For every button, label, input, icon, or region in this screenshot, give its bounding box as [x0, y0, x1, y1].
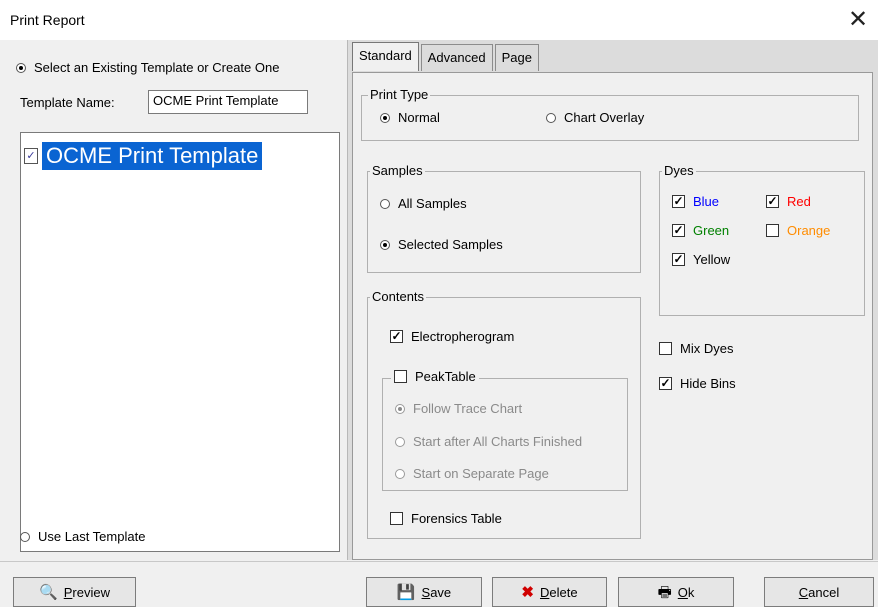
- selected-samples-label: Selected Samples: [398, 237, 503, 252]
- standard-tab-page: Print Type Normal Chart Overlay Samples …: [352, 72, 873, 560]
- samples-group: Samples All Samples Selected Samples: [367, 163, 641, 273]
- use-last-template-radio[interactable]: [20, 531, 30, 542]
- dye-green-option[interactable]: ✓ Green: [672, 223, 729, 238]
- select-existing-template-option[interactable]: Select an Existing Template or Create On…: [16, 60, 279, 75]
- normal-label: Normal: [398, 110, 440, 125]
- contents-legend: Contents: [370, 289, 427, 304]
- chart-overlay-radio[interactable]: [546, 112, 556, 123]
- contents-group: Contents ✓ Electropherogram PeakTable Fo…: [367, 289, 641, 539]
- dye-orange-option[interactable]: Orange: [766, 223, 830, 238]
- chart-overlay-label: Chart Overlay: [564, 110, 645, 125]
- dyes-group: Dyes ✓ Blue ✓ Red ✓ Green Orange ✓ Yello…: [659, 163, 865, 316]
- tab-standard[interactable]: Standard: [352, 42, 419, 71]
- print-type-normal-option[interactable]: Normal: [380, 110, 440, 125]
- electropherogram-option[interactable]: ✓ Electropherogram: [390, 329, 514, 344]
- start-after-option: Start after All Charts Finished: [395, 434, 582, 449]
- electropherogram-label: Electropherogram: [411, 329, 515, 344]
- normal-radio[interactable]: [380, 112, 390, 123]
- template-list-item-label: OCME Print Template: [42, 142, 263, 170]
- select-existing-radio[interactable]: [16, 62, 26, 73]
- start-after-radio: [395, 436, 405, 447]
- selected-samples-radio[interactable]: [380, 239, 390, 250]
- peaktable-checkbox[interactable]: [394, 370, 407, 383]
- dye-red-checkbox[interactable]: ✓: [766, 195, 779, 208]
- dye-blue-option[interactable]: ✓ Blue: [672, 194, 719, 209]
- all-samples-option[interactable]: All Samples: [380, 196, 467, 211]
- tab-page[interactable]: Page: [494, 44, 539, 71]
- delete-button-label: Delete: [539, 584, 578, 600]
- template-list-item[interactable]: ✓ OCME Print Template: [24, 142, 263, 170]
- hide-bins-label: Hide Bins: [680, 376, 736, 391]
- selected-samples-option[interactable]: Selected Samples: [380, 237, 503, 252]
- dye-red-option[interactable]: ✓ Red: [766, 194, 811, 209]
- save-button[interactable]: 💾 Save: [366, 577, 482, 607]
- tab-advanced[interactable]: Advanced: [420, 44, 493, 71]
- samples-legend: Samples: [370, 163, 425, 178]
- electropherogram-checkbox[interactable]: ✓: [390, 330, 403, 343]
- template-name-label: Template Name:: [20, 95, 115, 110]
- template-name-input[interactable]: OCME Print Template: [148, 90, 308, 114]
- dye-blue-label: Blue: [693, 194, 720, 209]
- dye-yellow-checkbox[interactable]: ✓: [672, 253, 685, 266]
- cancel-button[interactable]: Cancel: [764, 577, 874, 607]
- select-existing-label: Select an Existing Template or Create On…: [34, 60, 280, 75]
- forensics-table-label: Forensics Table: [411, 511, 502, 526]
- template-list[interactable]: [20, 132, 340, 552]
- start-separate-option: Start on Separate Page: [395, 466, 549, 481]
- dye-red-label: Red: [787, 194, 811, 209]
- dye-yellow-option[interactable]: ✓ Yellow: [672, 252, 730, 267]
- print-type-legend: Print Type: [368, 87, 431, 102]
- dye-blue-checkbox[interactable]: ✓: [672, 195, 685, 208]
- forensics-table-checkbox[interactable]: [390, 512, 403, 525]
- peaktable-label: PeakTable: [415, 369, 476, 384]
- dyes-legend: Dyes: [662, 163, 696, 178]
- hide-bins-option[interactable]: ✓ Hide Bins: [659, 376, 736, 391]
- preview-button[interactable]: 🔍 Preview: [13, 577, 136, 607]
- window-title: Print Report: [10, 12, 85, 28]
- follow-trace-label: Follow Trace Chart: [413, 401, 523, 416]
- delete-button[interactable]: ✖ Delete: [492, 577, 607, 607]
- print-type-chart-overlay-option[interactable]: Chart Overlay: [546, 110, 644, 125]
- start-separate-radio: [395, 468, 405, 479]
- tab-strip: Standard Advanced Page: [352, 42, 541, 71]
- mix-dyes-option[interactable]: Mix Dyes: [659, 341, 733, 356]
- dye-orange-checkbox[interactable]: [766, 224, 779, 237]
- dye-green-checkbox[interactable]: ✓: [672, 224, 685, 237]
- printer-icon: 🖶: [657, 583, 672, 601]
- hide-bins-checkbox[interactable]: ✓: [659, 377, 672, 390]
- close-icon[interactable]: ✕: [848, 6, 868, 34]
- cancel-button-label: Cancel: [798, 584, 840, 600]
- dye-orange-label: Orange: [787, 223, 831, 238]
- dye-green-label: Green: [693, 223, 730, 238]
- magnifier-page-icon: 🔍: [39, 583, 58, 601]
- start-separate-label: Start on Separate Page: [413, 466, 549, 481]
- save-button-label: Save: [421, 584, 452, 600]
- red-x-icon: ✖: [521, 583, 534, 601]
- ok-button-label: Ok: [677, 584, 695, 600]
- all-samples-radio[interactable]: [380, 198, 390, 209]
- all-samples-label: All Samples: [398, 196, 467, 211]
- dye-yellow-label: Yellow: [693, 252, 731, 267]
- mix-dyes-checkbox[interactable]: [659, 342, 672, 355]
- start-after-label: Start after All Charts Finished: [413, 434, 583, 449]
- use-last-template-label: Use Last Template: [38, 529, 146, 544]
- preview-button-label: Preview: [63, 584, 110, 600]
- print-type-group: Print Type Normal Chart Overlay: [361, 87, 859, 141]
- mix-dyes-label: Mix Dyes: [680, 341, 734, 356]
- floppy-disk-icon: 💾: [396, 583, 416, 601]
- peaktable-option[interactable]: PeakTable: [391, 369, 479, 384]
- ok-button[interactable]: 🖶 Ok: [618, 577, 734, 607]
- peaktable-subgroup: PeakTable Follow Trace Chart Start after…: [382, 369, 628, 491]
- title-bar: [0, 0, 878, 40]
- follow-trace-option: Follow Trace Chart: [395, 401, 522, 416]
- forensics-table-option[interactable]: Forensics Table: [390, 511, 502, 526]
- use-last-template-option[interactable]: Use Last Template: [20, 529, 145, 544]
- follow-trace-radio: [395, 403, 405, 414]
- document-check-icon: ✓: [24, 148, 38, 164]
